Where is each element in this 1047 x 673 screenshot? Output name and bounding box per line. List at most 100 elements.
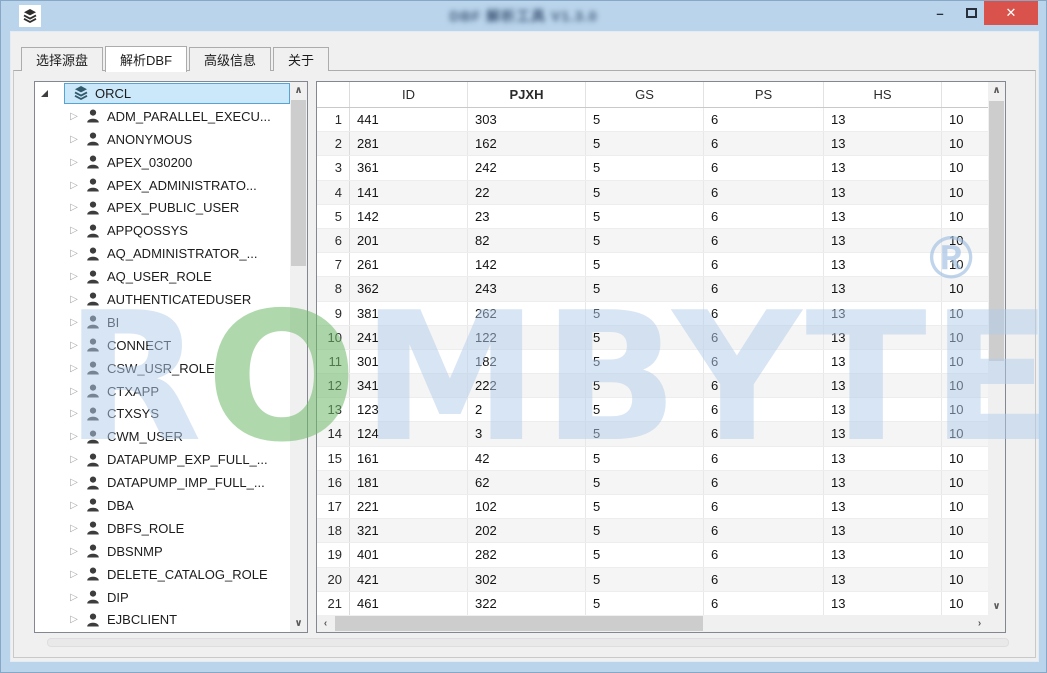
table-row[interactable]: 11 301 182 5 6 13 10 <box>317 350 988 374</box>
table-cell[interactable]: 10 <box>942 495 988 518</box>
tree-item[interactable]: ▷ AQ_USER_ROLE <box>35 265 290 288</box>
expander-closed-icon[interactable]: ▷ <box>67 569 81 580</box>
table-cell[interactable]: 10 <box>942 398 988 421</box>
scroll-up-icon[interactable]: ∧ <box>988 82 1005 99</box>
tab-advanced-info[interactable]: 高级信息 <box>189 47 271 71</box>
tree-item[interactable]: ▷ CTXSYS <box>35 402 290 425</box>
table-cell[interactable]: 13 <box>824 422 942 445</box>
table-cell[interactable]: 10 <box>942 519 988 542</box>
scroll-up-icon[interactable]: ∧ <box>290 82 307 99</box>
grid-header-extra[interactable] <box>942 82 988 107</box>
table-cell[interactable]: 242 <box>468 156 586 179</box>
table-cell[interactable]: 243 <box>468 277 586 300</box>
grid-header-gs[interactable]: GS <box>586 82 704 107</box>
scroll-right-icon[interactable]: › <box>971 615 988 632</box>
table-cell[interactable]: 10 <box>942 447 988 470</box>
page-horizontal-scrollbar[interactable] <box>47 638 1009 647</box>
minimize-button[interactable]: – <box>921 1 959 25</box>
tree-item[interactable]: ▷ BI <box>35 311 290 334</box>
table-cell[interactable]: 13 <box>824 253 942 276</box>
table-cell[interactable]: 181 <box>350 471 468 494</box>
tree-item[interactable]: ▷ CWM_USER <box>35 425 290 448</box>
grid-header-id[interactable]: ID <box>350 82 468 107</box>
table-cell[interactable]: 6 <box>704 422 824 445</box>
table-row[interactable]: 3 361 242 5 6 13 10 <box>317 156 988 180</box>
table-cell[interactable]: 102 <box>468 495 586 518</box>
table-cell[interactable]: 5 <box>586 132 704 155</box>
table-row[interactable]: 14 124 3 5 6 13 10 <box>317 422 988 446</box>
tree-item[interactable]: ▷ DATAPUMP_IMP_FULL_... <box>35 471 290 494</box>
table-cell[interactable]: 10 <box>942 326 988 349</box>
expander-open-icon[interactable] <box>41 90 48 97</box>
table-cell[interactable]: 13 <box>824 519 942 542</box>
table-cell[interactable]: 6 <box>704 326 824 349</box>
expander-closed-icon[interactable]: ▷ <box>67 248 81 259</box>
table-cell[interactable]: 13 <box>824 495 942 518</box>
tree-scrollbar-thumb[interactable] <box>291 100 306 266</box>
tab-parse-dbf[interactable]: 解析DBF <box>105 46 187 72</box>
expander-closed-icon[interactable]: ▷ <box>67 431 81 442</box>
table-cell[interactable]: 5 <box>586 447 704 470</box>
table-cell[interactable]: 5 <box>586 422 704 445</box>
table-cell[interactable]: 13 <box>824 156 942 179</box>
table-cell[interactable]: 5 <box>586 108 704 131</box>
table-cell[interactable]: 303 <box>468 108 586 131</box>
expander-closed-icon[interactable]: ▷ <box>67 271 81 282</box>
table-cell[interactable]: 10 <box>942 592 988 615</box>
table-cell[interactable]: 6 <box>704 132 824 155</box>
table-cell[interactable]: 5 <box>586 543 704 566</box>
table-cell[interactable]: 362 <box>350 277 468 300</box>
table-cell[interactable]: 3 <box>468 422 586 445</box>
table-cell[interactable]: 10 <box>942 277 988 300</box>
expander-closed-icon[interactable]: ▷ <box>67 340 81 351</box>
table-cell[interactable]: 124 <box>350 422 468 445</box>
table-row[interactable]: 1 441 303 5 6 13 10 <box>317 108 988 132</box>
table-cell[interactable]: 13 <box>824 326 942 349</box>
tree-item[interactable]: ▷ DBA <box>35 494 290 517</box>
table-cell[interactable]: 10 <box>942 302 988 325</box>
table-row[interactable]: 13 123 2 5 6 13 10 <box>317 398 988 422</box>
expander-closed-icon[interactable]: ▷ <box>67 477 81 488</box>
table-cell[interactable]: 301 <box>350 350 468 373</box>
expander-closed-icon[interactable]: ▷ <box>67 500 81 511</box>
close-button[interactable]: ✕ <box>984 1 1038 25</box>
table-cell[interactable]: 5 <box>586 205 704 228</box>
tree-item[interactable]: ▷ ADM_PARALLEL_EXECU... <box>35 105 290 128</box>
table-cell[interactable]: 22 <box>468 181 586 204</box>
table-cell[interactable]: 122 <box>468 326 586 349</box>
table-cell[interactable]: 5 <box>586 398 704 421</box>
table-cell[interactable]: 5 <box>586 350 704 373</box>
grid-header-ps[interactable]: PS <box>704 82 824 107</box>
table-row[interactable]: 20 421 302 5 6 13 10 <box>317 568 988 592</box>
table-row[interactable]: 7 261 142 5 6 13 10 <box>317 253 988 277</box>
tree-item[interactable]: ▷ APEX_ADMINISTRATO... <box>35 174 290 197</box>
table-cell[interactable]: 142 <box>468 253 586 276</box>
table-cell[interactable]: 6 <box>704 495 824 518</box>
table-cell[interactable]: 6 <box>704 253 824 276</box>
table-cell[interactable]: 5 <box>586 253 704 276</box>
tree-item[interactable]: ▷ AQ_ADMINISTRATOR_... <box>35 242 290 265</box>
table-cell[interactable]: 10 <box>942 108 988 131</box>
table-cell[interactable]: 13 <box>824 592 942 615</box>
tree-root-selection[interactable]: ORCL <box>64 83 290 104</box>
table-cell[interactable]: 262 <box>468 302 586 325</box>
tree-item[interactable]: ▷ APEX_030200 <box>35 151 290 174</box>
grid-horizontal-scrollbar[interactable]: ‹ › <box>317 615 988 632</box>
expander-closed-icon[interactable]: ▷ <box>67 454 81 465</box>
table-cell[interactable]: 5 <box>586 277 704 300</box>
table-cell[interactable]: 82 <box>468 229 586 252</box>
table-cell[interactable]: 6 <box>704 277 824 300</box>
table-cell[interactable]: 10 <box>942 422 988 445</box>
table-cell[interactable]: 202 <box>468 519 586 542</box>
table-cell[interactable]: 6 <box>704 205 824 228</box>
table-row[interactable]: 16 181 62 5 6 13 10 <box>317 471 988 495</box>
table-cell[interactable]: 10 <box>942 253 988 276</box>
table-cell[interactable]: 10 <box>942 568 988 591</box>
tree-item[interactable]: ▷ CTXAPP <box>35 380 290 403</box>
table-cell[interactable]: 5 <box>586 156 704 179</box>
table-cell[interactable]: 141 <box>350 181 468 204</box>
table-cell[interactable]: 162 <box>468 132 586 155</box>
table-cell[interactable]: 241 <box>350 326 468 349</box>
table-row[interactable]: 2 281 162 5 6 13 10 <box>317 132 988 156</box>
table-cell[interactable]: 161 <box>350 447 468 470</box>
